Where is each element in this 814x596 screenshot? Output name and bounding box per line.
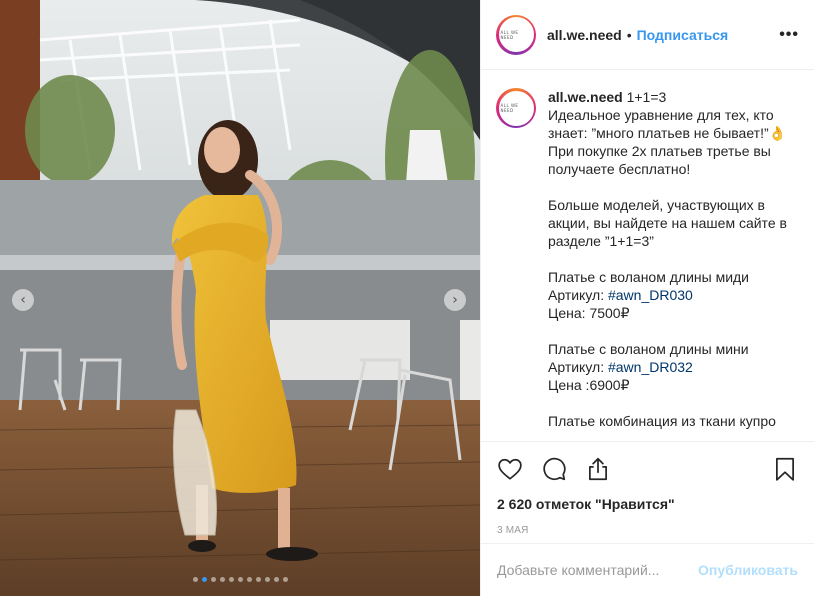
carousel-dot	[228, 577, 234, 582]
caption-line: Идеальное уравнение для тех, кто знает: …	[548, 107, 787, 141]
carousel-dot	[210, 577, 216, 582]
article-label: Артикул:	[548, 359, 608, 375]
item-price: Цена :6900₽	[548, 377, 630, 393]
post-header: ALL WE NEED all.we.need • Подписаться ••…	[481, 0, 814, 70]
hashtag-link[interactable]: #awn_DR032	[608, 359, 693, 375]
item-title: Платье с воланом длины мини	[548, 341, 749, 357]
avatar-logo-text: ALL WE NEED	[500, 103, 519, 113]
post-actions: 2 620 отметок "Нравится" 3 МАЯ	[481, 441, 814, 543]
post-date[interactable]: 3 МАЯ	[497, 525, 798, 536]
hashtag-link[interactable]: #awn_DR030	[608, 287, 693, 303]
header-separator: •	[626, 26, 632, 43]
comment-form: Опубликовать	[481, 543, 814, 596]
item-price: Цена: 7500₽	[548, 305, 630, 321]
carousel-dot	[201, 577, 207, 582]
bookmark-icon[interactable]	[772, 456, 798, 482]
caption-line: Больше моделей, участвующих в акции, вы …	[548, 197, 787, 249]
carousel-prev-button[interactable]: ‹	[12, 289, 34, 311]
comment-icon[interactable]	[541, 456, 567, 482]
item-title: Платье с воланом длины миди	[548, 269, 750, 285]
carousel-dot	[255, 577, 261, 582]
avatar-image: ALL WE NEED	[498, 17, 534, 52]
carousel-next-button[interactable]: ›	[444, 289, 466, 311]
avatar-image: ALL WE NEED	[498, 90, 534, 126]
caption-title: 1+1=3	[626, 89, 667, 105]
publish-button[interactable]: Опубликовать	[698, 562, 798, 578]
action-icons	[497, 454, 798, 484]
carousel-dot	[219, 577, 225, 582]
avatar-logo-text: ALL WE NEED	[500, 29, 519, 40]
carousel-dot	[192, 577, 198, 582]
article-label: Артикул:	[548, 287, 608, 303]
heart-icon[interactable]	[497, 456, 523, 482]
more-horizontal-icon[interactable]: •••	[779, 26, 799, 44]
caption-line: При покупке 2х платьев третье вы получае…	[548, 143, 771, 177]
item-title: Платье комбинация из ткани купро	[548, 413, 776, 429]
post-photo[interactable]: ‹ ›	[0, 0, 480, 596]
post-side-panel: ALL WE NEED all.we.need • Подписаться ••…	[480, 0, 814, 596]
username-link[interactable]: all.we.need	[547, 27, 622, 43]
post-caption: all.we.need 1+1=3 Идеальное уравнение дл…	[548, 88, 798, 441]
comment-input[interactable]	[497, 562, 687, 578]
carousel-dot	[273, 577, 279, 582]
carousel-dot	[282, 577, 288, 582]
share-icon[interactable]	[585, 456, 611, 482]
carousel-dot	[246, 577, 252, 582]
carousel-dot	[264, 577, 270, 582]
follow-button[interactable]: Подписаться	[637, 27, 729, 43]
carousel-indicator	[0, 577, 480, 582]
comments-area[interactable]: ALL WE NEED all.we.need 1+1=3 Идеальное …	[481, 71, 814, 441]
caption-avatar[interactable]: ALL WE NEED	[496, 88, 536, 128]
caption-username-link[interactable]: all.we.need	[548, 89, 623, 105]
likes-count[interactable]: 2 620 отметок "Нравится"	[497, 496, 798, 512]
avatar[interactable]: ALL WE NEED	[496, 14, 536, 55]
photo-illustration	[0, 0, 480, 596]
carousel-dot	[237, 577, 243, 582]
